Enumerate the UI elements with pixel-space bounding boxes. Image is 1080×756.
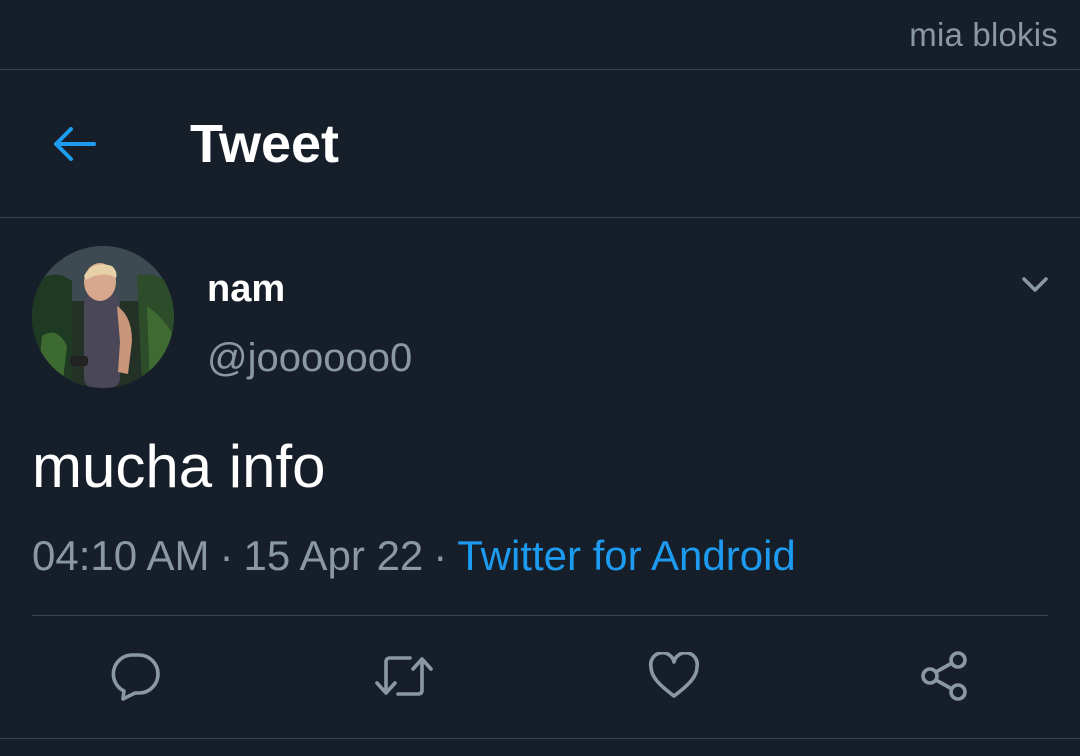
avatar[interactable] xyxy=(32,246,174,388)
tweet-menu-button[interactable] xyxy=(1018,268,1052,302)
arrow-left-icon xyxy=(54,127,96,161)
heart-icon xyxy=(648,652,700,698)
retweet-icon xyxy=(375,656,433,696)
tweet-detail-screen: mia blokis Tweet nam @joooooo0 mucha inf… xyxy=(0,0,1080,756)
like-button[interactable] xyxy=(642,646,706,706)
tweet: nam @joooooo0 mucha info 04:10 AM · 15 Apr… xyxy=(0,218,1080,756)
avatar-photo xyxy=(32,246,174,388)
tweet-text: mucha info xyxy=(32,433,326,500)
reply-button[interactable] xyxy=(103,646,167,706)
meta-separator: · xyxy=(433,532,448,579)
tweet-time: 04:10 AM xyxy=(32,532,210,579)
back-button[interactable] xyxy=(40,114,108,174)
tweet-source-link[interactable]: Twitter for Android xyxy=(457,532,795,579)
share-icon xyxy=(921,651,967,701)
tweet-date: 15 Apr 22 xyxy=(243,532,424,579)
action-bar xyxy=(0,616,1080,738)
top-strip: mia blokis xyxy=(0,0,1080,70)
app-header: Tweet xyxy=(0,70,1080,218)
retweet-button[interactable] xyxy=(372,646,436,706)
tweet-meta: 04:10 AM · 15 Apr 22 · Twitter for Android xyxy=(32,530,796,582)
display-name[interactable]: nam xyxy=(207,268,285,311)
chevron-down-icon xyxy=(1022,277,1048,292)
share-button[interactable] xyxy=(912,646,976,706)
reply-icon xyxy=(111,653,160,701)
page-title: Tweet xyxy=(190,114,340,174)
watermark-text: mia blokis xyxy=(909,16,1058,53)
meta-separator: · xyxy=(219,532,234,579)
bottom-divider xyxy=(0,738,1080,739)
user-handle[interactable]: @joooooo0 xyxy=(207,336,412,381)
